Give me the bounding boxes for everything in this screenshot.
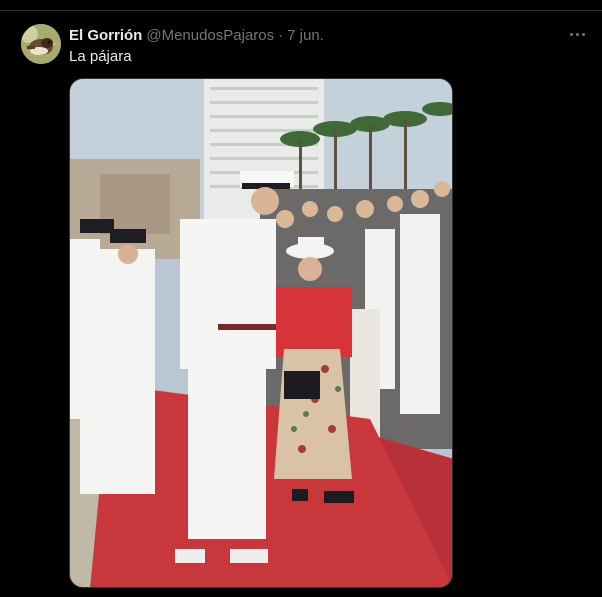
tweet-photo[interactable] [69, 78, 453, 588]
display-name[interactable]: El Gorrión [69, 27, 142, 44]
avatar[interactable] [21, 24, 61, 64]
separator-dot: · [278, 26, 284, 44]
tweet[interactable]: El Gorrión @MenudosPajaros · 7 jun. La p… [0, 11, 602, 597]
more-dot [581, 32, 585, 36]
more-dot [575, 32, 579, 36]
timestamp[interactable]: 7 jun. [287, 27, 324, 44]
sparrow-avatar-icon [21, 24, 61, 64]
tweet-header: El Gorrión @MenudosPajaros · 7 jun. [69, 25, 324, 45]
more-options-button[interactable] [566, 27, 588, 41]
more-horizontal-icon [569, 32, 573, 36]
photo-image [70, 79, 452, 587]
user-handle[interactable]: @MenudosPajaros [146, 27, 274, 44]
tweet-text: La pájara [69, 48, 132, 65]
